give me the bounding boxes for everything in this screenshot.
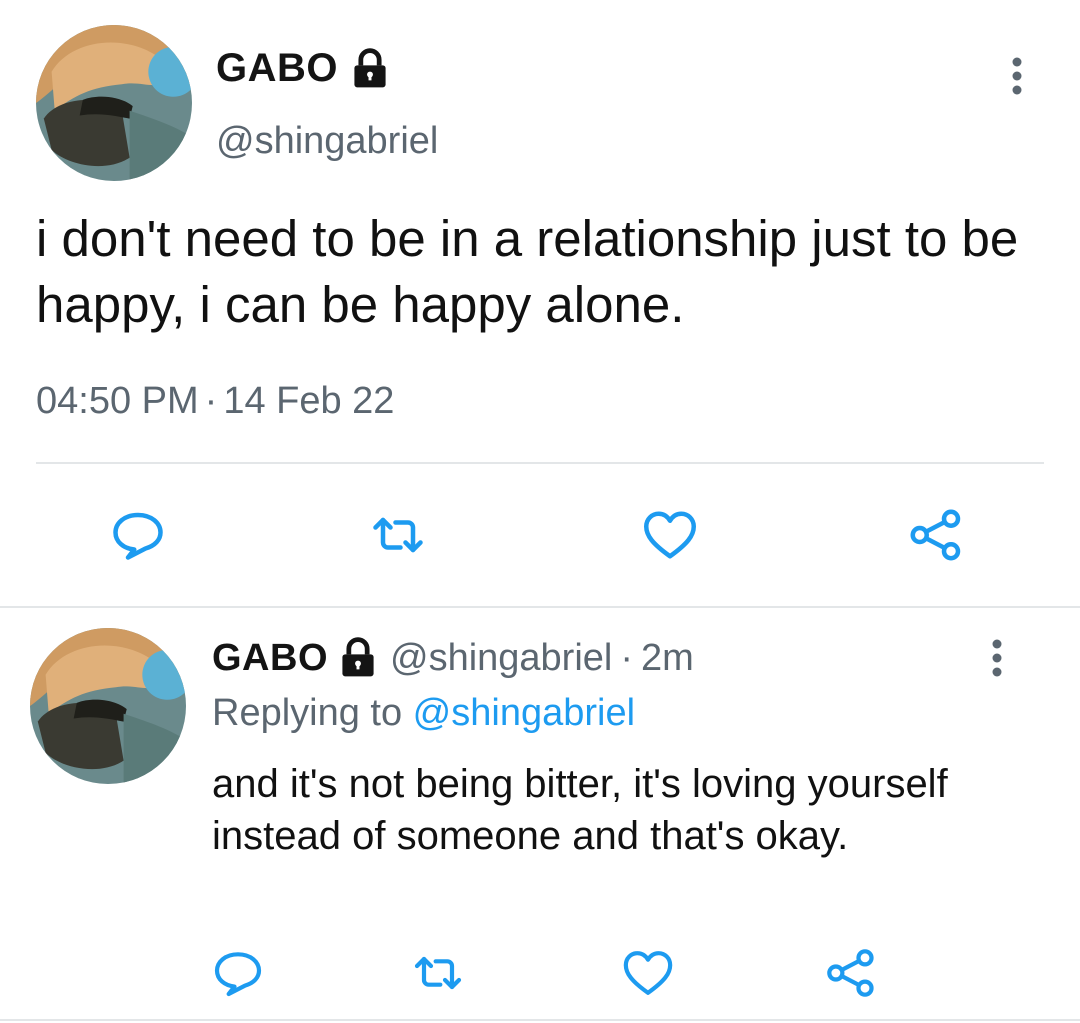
tweet-date: 14 Feb 22 <box>223 380 395 422</box>
more-vertical-icon[interactable] <box>1002 54 1032 98</box>
timestamp-separator: · <box>204 380 218 422</box>
avatar-image <box>36 25 192 181</box>
author-handle[interactable]: @shingabriel <box>390 637 612 680</box>
replying-to-handle-link[interactable]: @shingabriel <box>413 692 635 734</box>
divider <box>36 462 1044 464</box>
reply-icon[interactable] <box>210 945 266 1001</box>
replying-to-label: Replying to <box>212 692 413 734</box>
author-name[interactable]: GABO <box>212 637 328 680</box>
heart-icon[interactable] <box>640 505 700 565</box>
avatar-image <box>30 628 186 784</box>
author-avatar[interactable] <box>30 628 186 784</box>
share-icon[interactable] <box>906 505 966 565</box>
author-name[interactable]: GABO <box>216 46 338 91</box>
more-vertical-icon[interactable] <box>982 636 1012 680</box>
header-separator: · <box>620 636 634 679</box>
tweet-timestamp[interactable]: 04:50 PM · 14 Feb 22 <box>36 380 394 423</box>
tweet-time: 04:50 PM <box>36 380 199 422</box>
retweet-icon[interactable] <box>368 505 428 565</box>
author-handle[interactable]: @shingabriel <box>216 120 438 163</box>
reply-icon[interactable] <box>108 505 168 565</box>
tweet-separator <box>0 606 1080 608</box>
tweet-text: and it's not being bitter, it's loving y… <box>212 762 948 858</box>
reply-header: GABO @shingabriel · 2m <box>212 636 694 680</box>
tweet-text: i don't need to be in a relationship jus… <box>36 210 1019 333</box>
tweet-age[interactable]: 2m <box>641 637 694 680</box>
author-name-row[interactable]: GABO <box>216 46 392 91</box>
share-icon[interactable] <box>823 945 879 1001</box>
author-avatar[interactable] <box>36 25 192 181</box>
retweet-icon[interactable] <box>410 945 466 1001</box>
replying-to: Replying to @shingabriel <box>212 692 635 735</box>
lock-icon <box>342 637 374 677</box>
heart-icon[interactable] <box>620 945 676 1001</box>
divider <box>0 1019 1080 1021</box>
lock-icon <box>354 47 386 87</box>
